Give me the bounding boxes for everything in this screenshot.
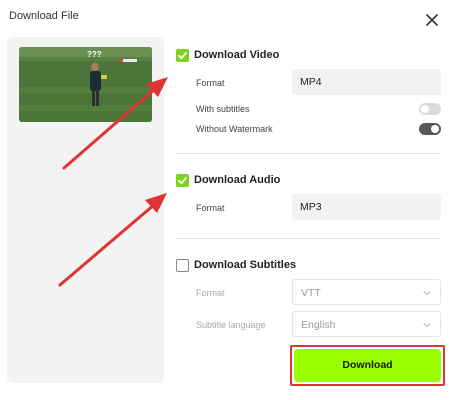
svg-text:???: ??? [87, 50, 102, 59]
section-divider [176, 238, 440, 239]
video-thumbnail: ??? [19, 47, 152, 122]
close-icon [426, 14, 438, 26]
with-subtitles-toggle[interactable] [419, 103, 441, 115]
download-video-checkbox[interactable] [176, 49, 189, 62]
subtitles-format-select[interactable]: VTT [292, 279, 441, 305]
subtitle-language-label: Subtitle language [196, 320, 266, 330]
download-audio-checkbox[interactable] [176, 174, 189, 187]
check-icon [178, 177, 187, 185]
toggle-knob [421, 105, 429, 113]
subtitle-language-select[interactable]: English [292, 311, 441, 337]
download-file-dialog: Download File ??? Download Video Format … [0, 0, 450, 400]
video-format-label: Format [196, 78, 225, 88]
download-subtitles-title: Download Subtitles [194, 259, 297, 271]
without-watermark-toggle[interactable] [419, 123, 441, 135]
subtitles-format-label: Format [196, 288, 225, 298]
close-button[interactable] [423, 11, 441, 29]
download-subtitles-checkbox[interactable] [176, 259, 189, 272]
video-format-select[interactable]: MP4 [292, 69, 441, 95]
without-watermark-label: Without Watermark [196, 124, 273, 134]
download-video-title: Download Video [194, 49, 280, 61]
toggle-knob [431, 125, 439, 133]
subtitle-language-value: English [301, 319, 336, 331]
download-audio-title: Download Audio [194, 174, 281, 186]
chevron-down-icon [423, 322, 431, 328]
with-subtitles-label: With subtitles [196, 104, 250, 114]
section-divider [176, 153, 440, 154]
subtitles-format-value: VTT [301, 287, 321, 299]
check-icon [178, 52, 187, 60]
audio-format-select[interactable]: MP3 [292, 194, 441, 220]
audio-format-label: Format [196, 203, 225, 213]
download-button[interactable]: Download [294, 349, 441, 382]
chevron-down-icon [423, 290, 431, 296]
dialog-title: Download File [9, 10, 79, 22]
